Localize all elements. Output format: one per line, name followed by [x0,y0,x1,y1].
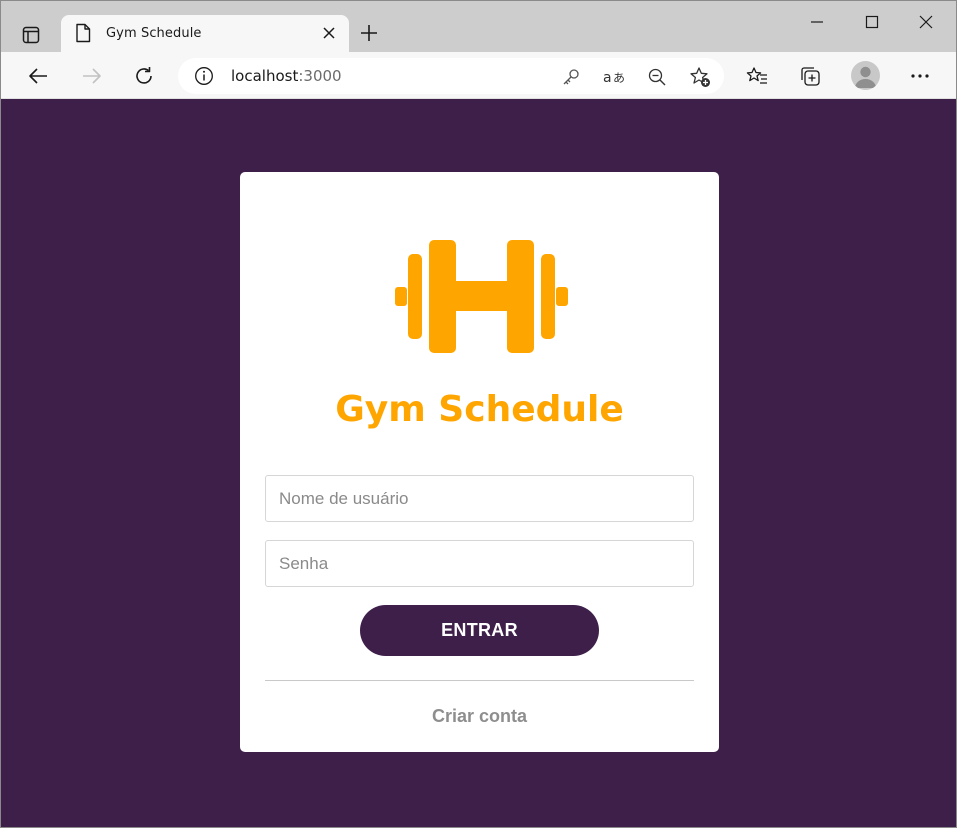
star-add-icon[interactable] [689,66,711,88]
username-input[interactable] [265,475,694,522]
url-port: :3000 [298,67,342,85]
tab-title: Gym Schedule [106,26,202,41]
url-text[interactable]: localhost:3000 [231,67,342,85]
page-icon [76,23,91,43]
browser-tab[interactable]: Gym Schedule [61,15,349,52]
brand-title: Gym Schedule [335,389,624,430]
refresh-icon[interactable] [130,62,158,90]
window-close-icon[interactable] [913,9,939,35]
translate-icon[interactable]: aあ [602,66,628,88]
browser-toolbar: localhost:3000 aあ [1,52,956,99]
password-input[interactable] [265,540,694,587]
tab-actions-icon[interactable] [15,19,47,51]
address-bar[interactable]: localhost:3000 aあ [178,58,724,94]
divider [265,680,694,681]
close-icon[interactable] [321,25,337,41]
info-icon[interactable] [194,66,214,86]
svg-text:a: a [603,70,612,86]
new-tab-button[interactable] [357,21,381,45]
key-icon[interactable] [560,66,582,88]
page-viewport: Gym Schedule ENTRAR Criar conta [1,99,956,827]
tab-strip: Gym Schedule [1,1,956,52]
more-icon[interactable] [908,64,932,88]
maximize-icon[interactable] [859,9,885,35]
url-host: localhost [231,67,299,85]
dumbbell-icon [395,240,568,353]
collections-icon[interactable] [798,64,822,88]
browser-window: Gym Schedule localhost:3000 a あ Gym Sche… [0,0,957,828]
arrow-right-icon[interactable] [78,62,106,90]
login-card: Gym Schedule ENTRAR Criar conta [240,172,719,752]
minimize-icon[interactable] [804,9,830,35]
avatar[interactable] [851,61,880,90]
svg-text:あ: あ [613,71,625,85]
arrow-left-icon[interactable] [24,62,52,90]
create-account-link[interactable]: Criar conta [240,706,719,727]
enter-button[interactable]: ENTRAR [360,605,599,656]
favorites-icon[interactable] [745,64,769,88]
zoom-out-icon[interactable] [646,66,668,88]
